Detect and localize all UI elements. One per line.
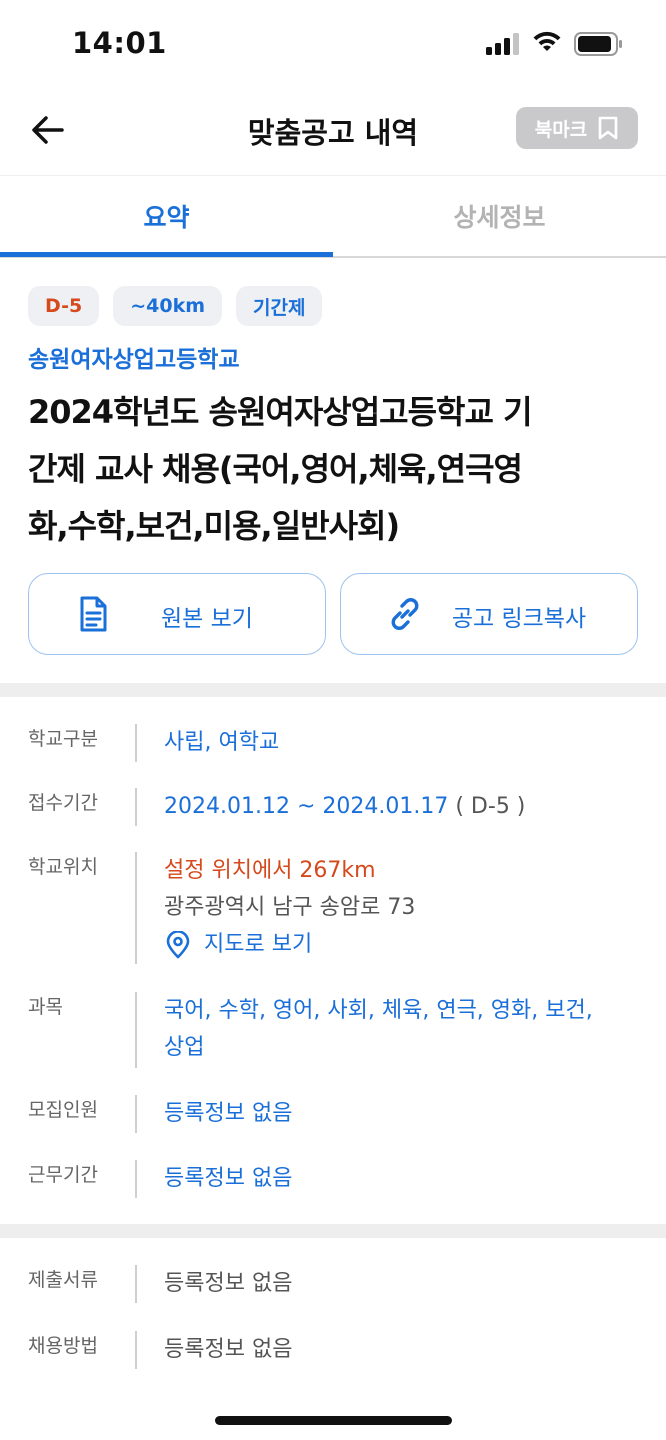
school-type-value: 사립, 여학교: [164, 730, 280, 755]
distance-chip: ~40km: [113, 286, 223, 326]
subjects-line: 상업: [164, 1035, 205, 1060]
bookmark-label: 북마크: [534, 118, 588, 141]
info-label: 근무기간: [28, 1164, 98, 1186]
info-label: 제출서류: [28, 1269, 98, 1291]
info-label: 모집인원: [28, 1099, 98, 1121]
status-time: 14:01: [72, 26, 167, 60]
nav-bar: 맞춤공고 내역 북마크: [0, 90, 666, 176]
hiring-method-value: 등록정보 없음: [164, 1337, 293, 1362]
view-original-label: 원본 보기: [161, 606, 253, 632]
application-period-value: 2024.01.12 ~ 2024.01.17 ( D-5 ): [164, 788, 634, 825]
tab-bar: 요약 상세정보: [0, 176, 666, 258]
section-divider: [0, 1224, 666, 1238]
copy-link-button[interactable]: 공고 링크복사: [340, 573, 638, 655]
employment-type-chip: 기간제: [236, 286, 323, 326]
location-address: 광주광역시 남구 송암로 73: [164, 895, 416, 920]
info-label: 과목: [28, 996, 63, 1018]
info-separator: [135, 788, 137, 826]
info-label: 접수기간: [28, 792, 98, 814]
post-title-line: 간제 교사 채용(국어,영어,체육,연극영: [28, 450, 523, 488]
subjects-value: 국어, 수학, 영어, 사회, 체육, 연극, 영화, 보건, 상업: [164, 992, 634, 1066]
tag-chips: D-5 ~40km 기간제: [28, 286, 323, 326]
dday-chip: D-5: [28, 286, 100, 326]
documents-value: 등록정보 없음: [164, 1271, 293, 1296]
subjects-line: 국어, 수학, 영어, 사회, 체육, 연극, 영화, 보건,: [164, 998, 593, 1023]
post-title-line: 화,수학,보건,미용,일반사회): [28, 507, 400, 545]
info-separator: [135, 724, 137, 762]
info-separator: [135, 1160, 137, 1198]
info-label: 학교위치: [28, 856, 98, 878]
recruits-value: 등록정보 없음: [164, 1101, 293, 1126]
section-divider: [0, 683, 666, 697]
battery-icon: [574, 32, 622, 56]
info-separator: [135, 1331, 137, 1369]
info-separator: [135, 852, 137, 964]
info-separator: [135, 992, 137, 1068]
info-separator: [135, 1265, 137, 1303]
school-name: 송원여자상업고등학교: [28, 347, 240, 373]
location-distance: 설정 위치에서 267km: [164, 858, 376, 883]
bookmark-icon: [598, 116, 618, 140]
tab-summary[interactable]: 요약: [0, 176, 333, 256]
post-title-line: 2024학년도 송원여자상업고등학교 기: [28, 393, 533, 431]
tab-details[interactable]: 상세정보: [333, 176, 666, 256]
home-indicator[interactable]: [215, 1416, 452, 1425]
view-map-label: 지도로 보기: [204, 932, 313, 957]
location-pin-icon: [166, 930, 190, 958]
info-label: 학교구분: [28, 728, 98, 750]
info-label: 채용방법: [28, 1335, 98, 1357]
bookmark-button[interactable]: 북마크: [516, 107, 638, 149]
view-original-button[interactable]: 원본 보기: [28, 573, 326, 655]
wifi-icon: [533, 31, 561, 51]
application-dday: ( D-5 ): [455, 794, 526, 819]
work-period-value: 등록정보 없음: [164, 1166, 293, 1191]
location-value: 설정 위치에서 267km 광주광역시 남구 송암로 73 지도로 보기: [164, 852, 634, 963]
info-separator: [135, 1095, 137, 1133]
copy-link-label: 공고 링크복사: [451, 606, 587, 632]
view-map-link[interactable]: 지도로 보기: [164, 926, 634, 963]
post-title: 2024학년도 송원여자상업고등학교 기 간제 교사 채용(국어,영어,체육,연…: [28, 384, 628, 555]
status-bar: 14:01: [0, 0, 666, 90]
application-period-dates: 2024.01.12 ~ 2024.01.17: [164, 794, 449, 819]
active-tab-indicator: [0, 252, 333, 257]
cellular-signal-icon: [486, 33, 519, 55]
